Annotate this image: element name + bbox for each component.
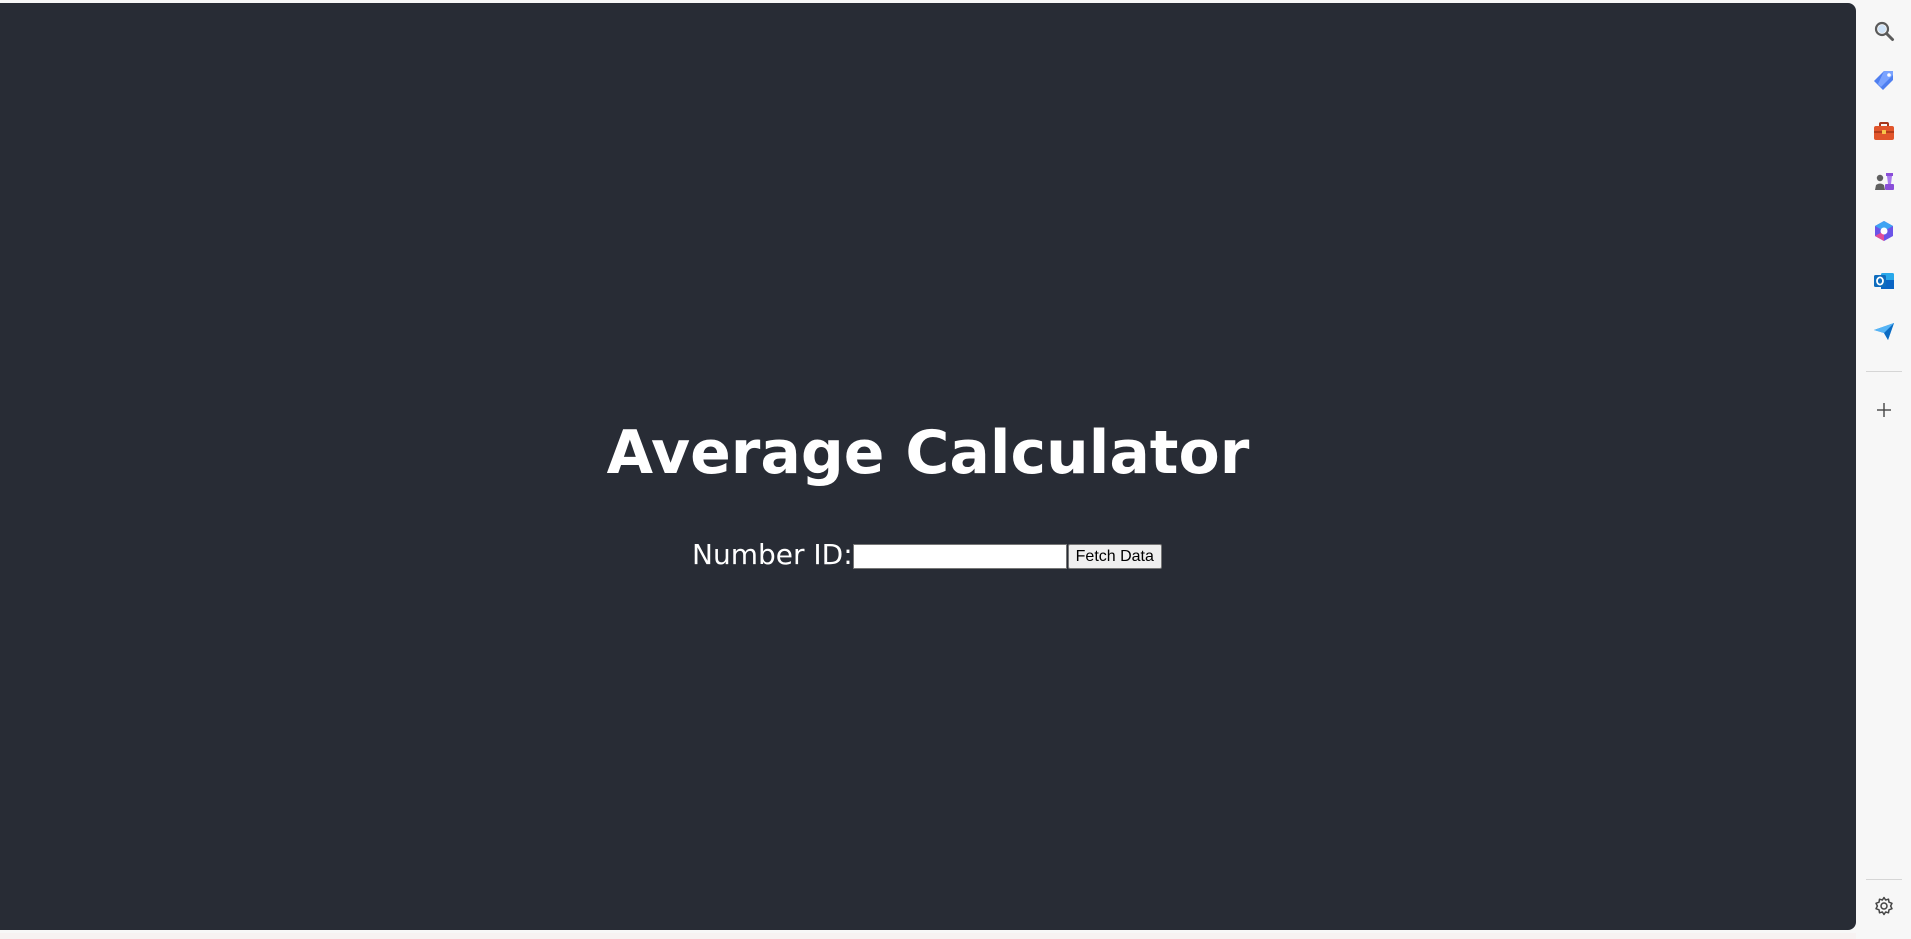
sidebar-divider	[1866, 371, 1902, 372]
add-icon[interactable]	[1871, 397, 1897, 423]
shopping-tag-icon[interactable]	[1871, 67, 1897, 93]
page-title: Average Calculator	[606, 418, 1250, 488]
number-id-form: Number ID: Fetch Data	[692, 534, 1162, 576]
outlook-icon[interactable]	[1871, 268, 1897, 294]
browser-window: Average Calculator Number ID: Fetch Data	[0, 0, 1911, 939]
number-id-input[interactable]	[852, 544, 1067, 569]
bottom-edge	[0, 933, 1856, 939]
search-icon[interactable]	[1871, 18, 1897, 44]
toolbox-icon[interactable]	[1871, 118, 1897, 144]
settings-icon[interactable]	[1871, 893, 1897, 919]
sidebar-divider-bottom	[1866, 879, 1902, 880]
copilot-icon[interactable]	[1871, 218, 1897, 244]
page-content: Average Calculator Number ID: Fetch Data	[0, 3, 1856, 930]
fetch-data-button[interactable]: Fetch Data	[1067, 544, 1162, 569]
games-icon[interactable]	[1871, 168, 1897, 194]
send-icon[interactable]	[1871, 318, 1897, 344]
number-id-label: Number ID:	[692, 538, 853, 571]
